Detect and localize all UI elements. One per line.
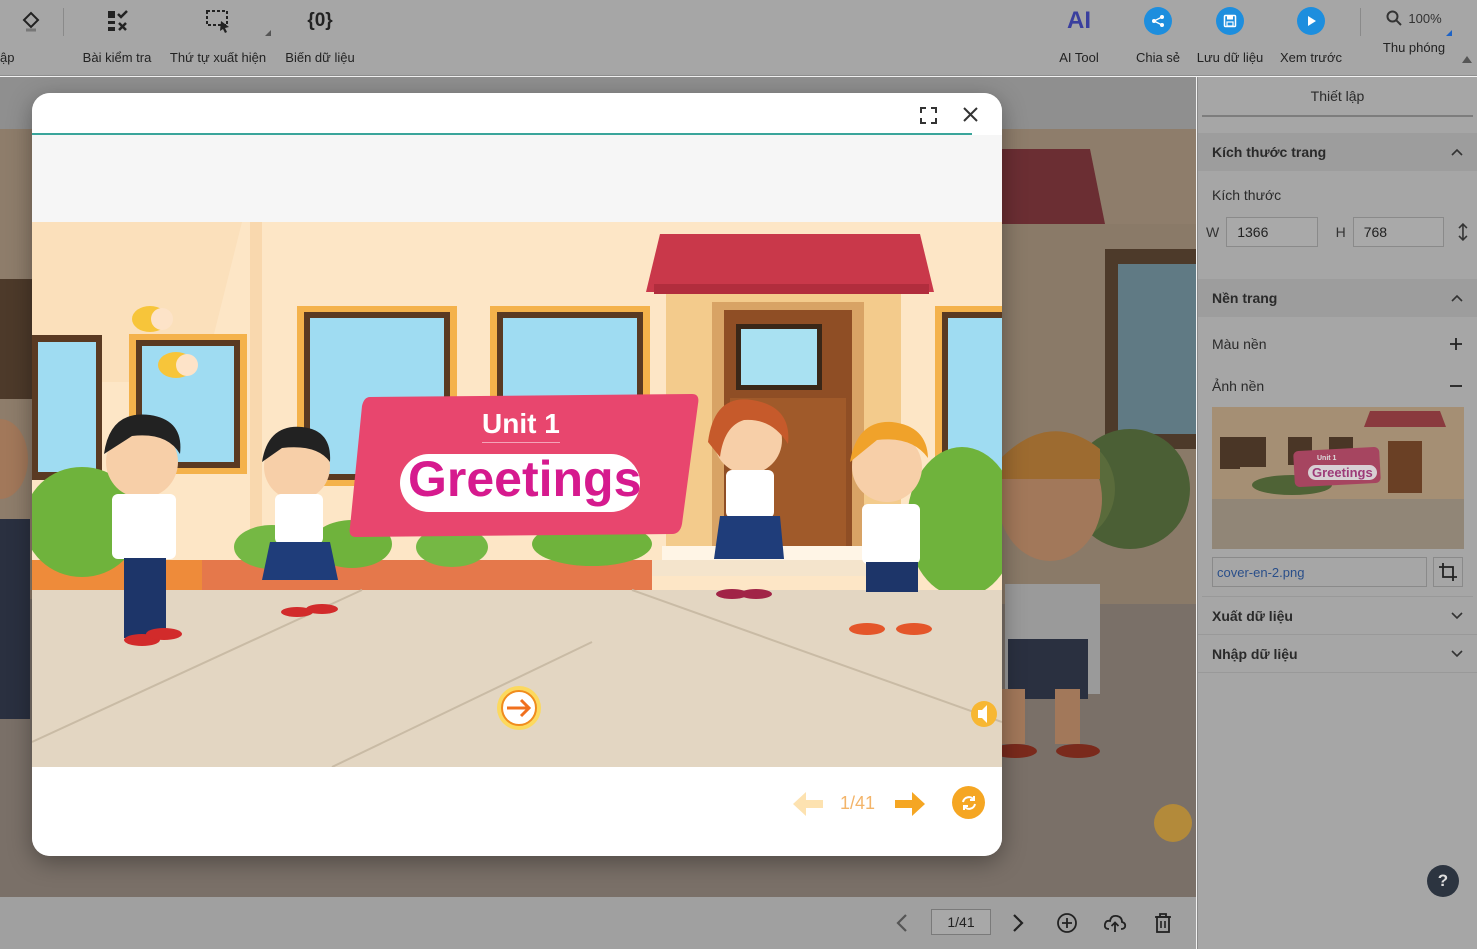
export-section-header[interactable]: Xuất dữ liệu [1198, 597, 1477, 635]
dropdown-corner-icon [265, 30, 271, 36]
replay-button[interactable] [952, 786, 985, 819]
file-name-text: cover-en-2.png [1217, 564, 1305, 580]
thumbnail-unit-text: Unit 1 [1317, 455, 1337, 462]
size-inputs: W 1366 H 768 [1198, 215, 1477, 249]
toolbar-divider [1360, 8, 1361, 36]
ai-icon: AI [1064, 6, 1094, 36]
bottom-page-bar: 1/41 [0, 897, 1196, 949]
close-icon[interactable] [963, 107, 978, 122]
import-section-header[interactable]: Nhập dữ liệu [1198, 635, 1477, 673]
plus-icon[interactable] [1449, 337, 1463, 351]
next-slide-arrow-icon[interactable] [894, 791, 926, 817]
next-page-icon[interactable] [1011, 913, 1025, 933]
preview-button[interactable]: Xem trước [1275, 0, 1347, 76]
ai-tool-label: AI Tool [1059, 50, 1099, 65]
ai-tool-button[interactable]: AI AI Tool [1050, 0, 1108, 76]
export-title: Xuất dữ liệu [1212, 607, 1293, 624]
height-label: H [1335, 224, 1346, 240]
top-toolbar: ập Bài kiểm tra Thứ tự xuất hiện {0} Biế… [0, 0, 1477, 76]
save-icon [1216, 7, 1244, 35]
slide-counter: 1/41 [840, 793, 876, 813]
play-icon [1297, 7, 1325, 35]
chevron-down-icon [1451, 649, 1463, 657]
zoom-value: 100% [1408, 10, 1442, 26]
refresh-icon [961, 795, 976, 810]
prev-slide-arrow-icon[interactable] [792, 791, 824, 817]
preview-label: Xem trước [1279, 50, 1342, 65]
import-title: Nhập dữ liệu [1212, 645, 1298, 662]
save-button[interactable]: Lưu dữ liệu [1193, 0, 1267, 76]
background-color-row: Màu nền [1198, 323, 1477, 365]
crop-icon[interactable] [1433, 557, 1463, 587]
zoom-label: Thu phóng [1382, 40, 1446, 55]
ai-glyph: AI [1067, 7, 1091, 34]
preview-modal: Unit 1 Greetings 1/41 [32, 93, 1002, 856]
slide-unit-title: Unit 1 [482, 408, 560, 443]
fullscreen-icon[interactable] [920, 107, 937, 124]
background-image-label: Ảnh nền [1212, 378, 1265, 394]
background-file-name[interactable]: cover-en-2.png [1212, 557, 1427, 587]
share-icon [1144, 7, 1172, 35]
selection-order-icon [203, 6, 233, 36]
tab-settings[interactable]: Thiết lập [1202, 77, 1473, 117]
width-input[interactable]: 1366 [1226, 217, 1318, 247]
background-section-header[interactable]: Nền trang [1198, 279, 1477, 317]
dropdown-corner-icon [1446, 30, 1452, 36]
background-thumbnail[interactable]: Unit 1 Greetings [1212, 407, 1464, 549]
save-label: Lưu dữ liệu [1196, 50, 1264, 65]
data-variable-button[interactable]: {0} Biến dữ liệu [280, 0, 360, 76]
toolbar-partial-label: ập [0, 50, 15, 65]
width-value: 1366 [1237, 224, 1269, 240]
background-color-label: Màu nền [1212, 336, 1267, 352]
page-indicator-box[interactable]: 1/41 [931, 909, 991, 935]
add-page-icon[interactable] [1056, 912, 1078, 934]
zoom-control[interactable]: 100% Thu phóng [1376, 0, 1452, 76]
height-value: 768 [1363, 224, 1388, 240]
height-input[interactable]: 768 [1352, 217, 1445, 247]
share-label: Chia sẻ [1135, 50, 1181, 65]
toolbar-divider [63, 8, 64, 36]
quiz-button[interactable]: Bài kiểm tra [78, 0, 156, 76]
upload-cloud-icon[interactable] [1103, 912, 1127, 934]
page-size-title: Kích thước trang [1212, 144, 1327, 160]
chevron-up-icon [1451, 148, 1463, 156]
paint-bucket-icon [16, 6, 46, 36]
thumbnail-title-text: Greetings [1308, 465, 1377, 480]
prev-page-icon[interactable] [895, 913, 909, 933]
size-label: Kích thước [1212, 187, 1282, 203]
page-size-section-header[interactable]: Kích thước trang [1198, 133, 1477, 171]
scroll-up-icon[interactable] [1462, 56, 1472, 63]
chevron-down-icon [1451, 611, 1463, 619]
share-button[interactable]: Chia sẻ [1130, 0, 1186, 76]
background-image-row: Ảnh nền [1198, 365, 1477, 407]
paint-tool-button[interactable] [14, 0, 48, 76]
modal-header [32, 93, 1002, 135]
trash-icon[interactable] [1153, 912, 1173, 934]
data-variable-label: Biến dữ liệu [285, 50, 355, 65]
data-variable-icon: {0} [305, 6, 335, 36]
slide-preview[interactable]: Unit 1 Greetings [32, 222, 1002, 767]
settings-panel: Thiết lập Kích thước trang Kích thước W … [1197, 77, 1477, 949]
appearance-order-button[interactable]: Thứ tự xuất hiện [166, 0, 271, 76]
slide-main-title: Greetings [408, 451, 642, 507]
background-title: Nền trang [1212, 290, 1278, 306]
progress-track-end [972, 133, 1002, 135]
modal-footer: 1/41 [32, 767, 1002, 856]
search-icon [1386, 10, 1403, 26]
appearance-order-label: Thứ tự xuất hiện [169, 50, 267, 65]
link-ratio-icon[interactable] [1457, 223, 1469, 241]
help-button[interactable]: ? [1427, 865, 1459, 897]
width-label: W [1206, 224, 1220, 240]
quiz-icon [102, 6, 132, 36]
quiz-label: Bài kiểm tra [82, 50, 152, 65]
variable-glyph: {0} [307, 10, 333, 31]
page-indicator: 1/41 [947, 914, 975, 930]
minus-icon[interactable] [1449, 379, 1463, 393]
chevron-up-icon [1451, 294, 1463, 302]
